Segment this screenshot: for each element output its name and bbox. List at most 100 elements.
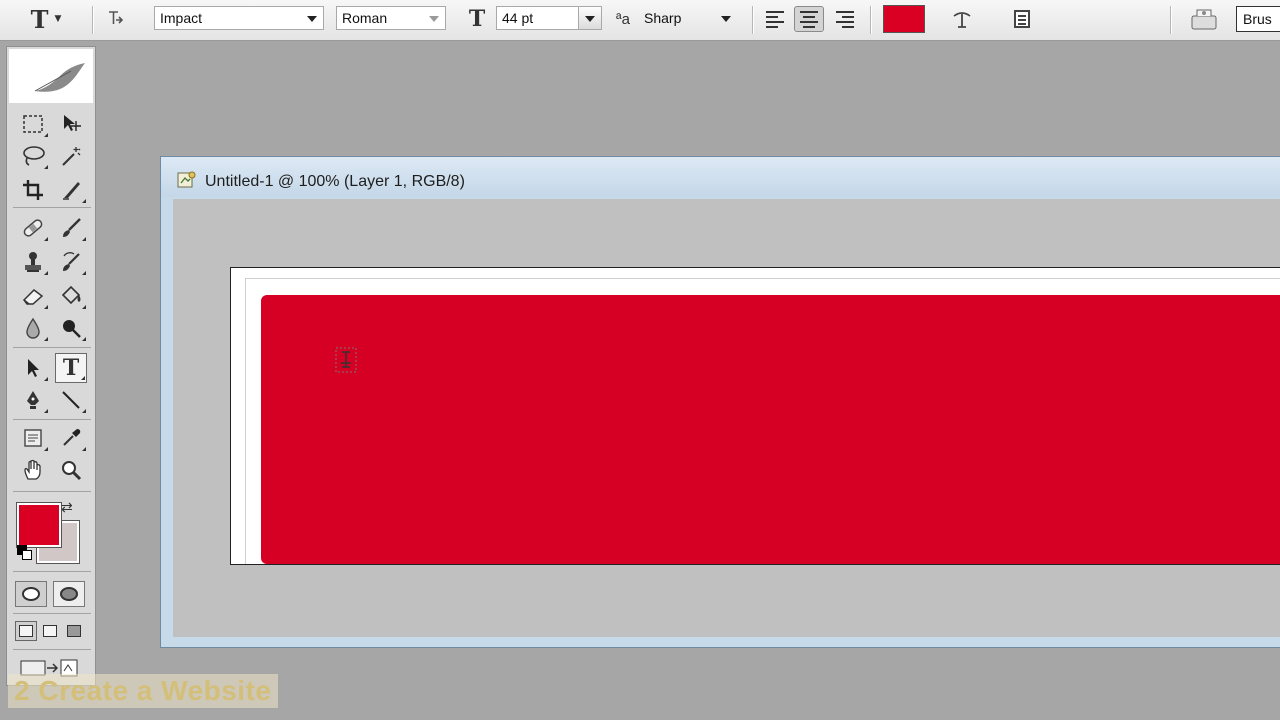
water-drop-icon: [26, 317, 40, 339]
tool-row: [13, 313, 93, 343]
brushes-tab[interactable]: Brus: [1236, 6, 1280, 32]
eyedropper-tool[interactable]: [55, 423, 87, 453]
foreground-color-swatch[interactable]: [16, 502, 62, 548]
swap-colors-icon[interactable]: ⇄: [61, 499, 73, 516]
line-tool[interactable]: [55, 385, 87, 415]
magic-wand-tool[interactable]: [55, 141, 87, 171]
full-screen-mode-button[interactable]: [63, 621, 85, 641]
align-left-icon: [766, 10, 784, 28]
tool-row: [13, 281, 93, 311]
history-brush-tool[interactable]: [55, 247, 87, 277]
watermark: 2 Create a Website: [8, 674, 278, 708]
separator: [752, 6, 754, 34]
standard-screen-mode-button[interactable]: [15, 621, 37, 641]
tools-palette: T ⇄: [6, 46, 96, 686]
eraser-icon: [23, 289, 44, 305]
separator: [870, 6, 872, 34]
default-colors-icon[interactable]: [17, 545, 32, 560]
tool-row: [13, 109, 93, 139]
zoom-tool[interactable]: [55, 455, 87, 485]
type-tool-preset-picker[interactable]: T ▼: [22, 4, 70, 34]
document-title: Untitled-1 @ 100% (Layer 1, RGB/8): [205, 173, 465, 190]
eraser-tool[interactable]: [17, 281, 49, 311]
align-right-button[interactable]: [830, 6, 860, 32]
notes-tool[interactable]: [17, 423, 49, 453]
brush-tool[interactable]: [55, 213, 87, 243]
file-browser-button[interactable]: [1186, 4, 1222, 34]
font-style-value: Roman: [342, 10, 388, 26]
path-selection-icon: [28, 359, 39, 377]
document-title-bar[interactable]: Untitled-1 @ 100% (Layer 1, RGB/8): [161, 157, 1280, 197]
paint-bucket-tool[interactable]: [55, 281, 87, 311]
eyedropper-icon: [63, 429, 81, 446]
crop-icon: [23, 180, 43, 200]
move-tool[interactable]: [55, 109, 87, 139]
history-brush-icon: [63, 252, 80, 271]
clone-stamp-tool[interactable]: [17, 247, 49, 277]
hand-tool[interactable]: [17, 455, 49, 485]
lasso-tool[interactable]: [17, 141, 49, 171]
separator: [13, 613, 91, 614]
zoom-icon: [62, 461, 82, 481]
font-family-value: Impact: [160, 10, 203, 26]
slice-tool[interactable]: [55, 175, 87, 205]
line-icon: [62, 391, 80, 409]
tool-row: [13, 385, 93, 415]
blur-tool[interactable]: [17, 313, 49, 343]
tool-row: [13, 175, 93, 205]
path-selection-tool[interactable]: [17, 353, 49, 383]
red-fill-layer[interactable]: [261, 295, 1280, 564]
align-left-button[interactable]: [760, 6, 790, 32]
separator: [13, 649, 91, 650]
tool-row: [13, 455, 93, 485]
tool-row: [13, 423, 93, 453]
anti-alias-select[interactable]: Sharp: [638, 6, 738, 30]
standard-mode-button[interactable]: [15, 581, 47, 607]
separator: [1170, 6, 1172, 34]
text-orientation-toggle[interactable]: [104, 8, 128, 30]
font-family-select[interactable]: Impact: [154, 6, 324, 30]
marquee-tool[interactable]: [17, 109, 49, 139]
font-style-select[interactable]: Roman: [336, 6, 446, 30]
separator: [13, 347, 91, 348]
watermark-text: 2 Create a Website: [14, 675, 272, 706]
character-paragraph-panel-button[interactable]: [1008, 6, 1036, 32]
font-size-select[interactable]: 44 pt: [496, 6, 602, 30]
dodge-icon: [63, 320, 81, 338]
move-icon: [64, 115, 81, 131]
anti-alias-value: Sharp: [644, 10, 682, 26]
warp-text-button[interactable]: [947, 6, 977, 32]
screen-mode-icon: [19, 625, 33, 637]
healing-brush-tool[interactable]: [17, 213, 49, 243]
pen-tool[interactable]: [17, 385, 49, 415]
align-right-icon: [836, 10, 854, 28]
separator: [13, 491, 91, 492]
align-center-button[interactable]: [794, 6, 824, 32]
dodge-tool[interactable]: [55, 313, 87, 343]
hand-icon: [24, 459, 41, 480]
magic-wand-icon: [62, 147, 81, 166]
text-cursor-icon: [335, 347, 357, 373]
crop-tool[interactable]: [17, 175, 49, 205]
type-tool[interactable]: T: [55, 353, 87, 383]
brushes-tab-label: Brus: [1243, 11, 1272, 27]
pen-icon: [27, 391, 39, 409]
text-color-swatch[interactable]: [883, 5, 925, 33]
lasso-icon: [23, 146, 45, 166]
separator: [13, 207, 91, 208]
feather-logo-icon: [34, 63, 85, 92]
full-screen-menu-mode-button[interactable]: [39, 621, 61, 641]
quick-mask-mode-button[interactable]: [53, 581, 85, 607]
image-canvas[interactable]: [230, 267, 1280, 565]
quick-mask-icon: [60, 587, 78, 601]
chevron-down-icon: ▼: [54, 14, 62, 24]
brush-icon: [63, 218, 81, 237]
font-size-value: 44 pt: [502, 10, 534, 26]
standard-mode-icon: [22, 587, 40, 601]
notes-icon: [24, 429, 42, 447]
tool-row: [13, 247, 93, 277]
separator: [13, 571, 91, 572]
text-orientation-icon: [109, 11, 124, 24]
font-size-icon: T: [468, 6, 486, 32]
type-tool-icon: T: [30, 4, 49, 34]
